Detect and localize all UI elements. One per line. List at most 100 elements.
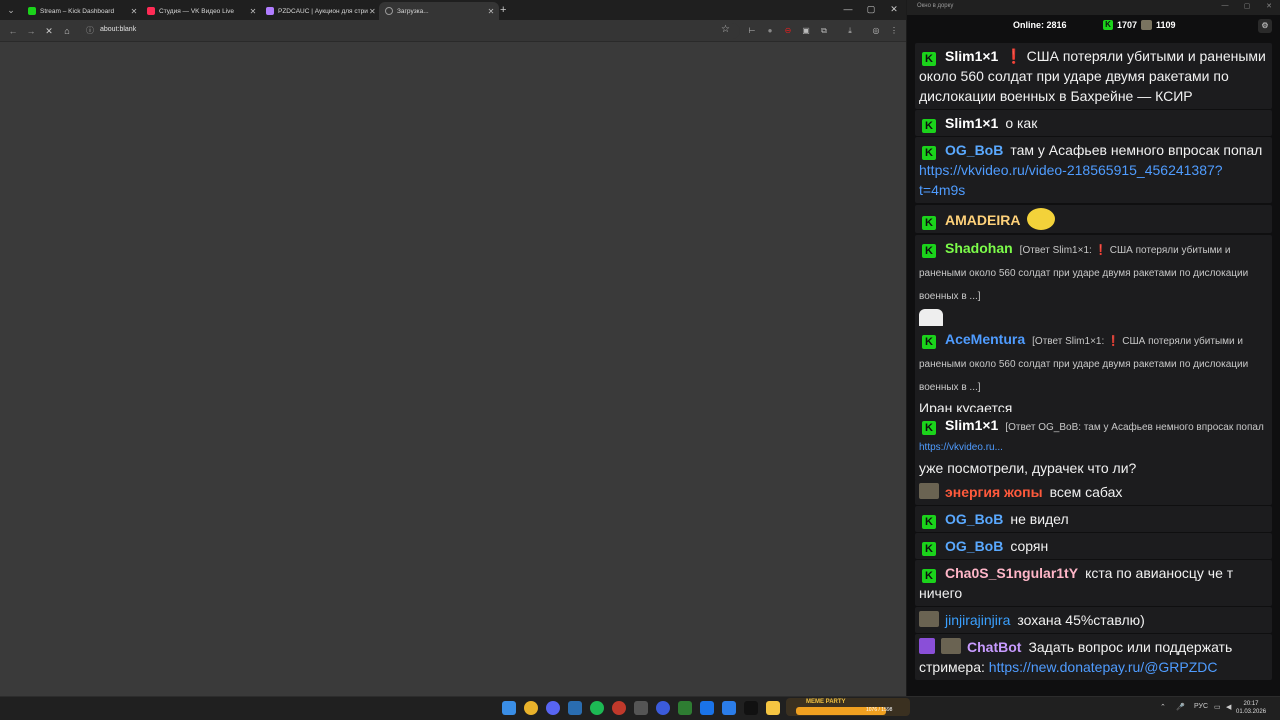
app-icon[interactable] bbox=[744, 701, 758, 715]
download-icon[interactable]: ⤓ bbox=[844, 25, 856, 37]
username[interactable]: Cha0S_S1ngular1tY bbox=[945, 565, 1078, 581]
network-icon[interactable]: ▭ bbox=[1214, 703, 1221, 711]
close-tab-icon[interactable]: ✕ bbox=[368, 7, 377, 16]
chat-message: ChatBot Задать вопрос или поддержать стри… bbox=[915, 634, 1272, 680]
emote-icon bbox=[1027, 208, 1056, 230]
username[interactable]: jinjirajinjira bbox=[945, 612, 1010, 628]
tray-expand-icon[interactable]: ⌃ bbox=[1160, 703, 1166, 711]
tab-pzdcauc[interactable]: PZDCAUC | Аукцион для стри... ✕ bbox=[260, 2, 380, 20]
close-tab-icon[interactable]: ✕ bbox=[248, 7, 258, 16]
extension-box-icon[interactable]: ▣ bbox=[800, 25, 812, 37]
mic-icon[interactable]: 🎤 bbox=[1176, 703, 1185, 711]
tab-search-icon[interactable]: ⌄ bbox=[4, 3, 18, 17]
username[interactable]: Slim1×1 bbox=[945, 417, 998, 433]
chrome-icon[interactable] bbox=[524, 701, 538, 715]
telegram-icon[interactable] bbox=[568, 701, 582, 715]
discord-icon[interactable] bbox=[546, 701, 560, 715]
other-viewers: 1109 bbox=[1141, 20, 1176, 30]
extensions-puzzle-icon[interactable]: ⧉ bbox=[818, 25, 830, 37]
username[interactable]: AceMentura bbox=[945, 331, 1025, 347]
username[interactable]: Shadohan bbox=[945, 240, 1013, 256]
clock-date: 01.03.2026 bbox=[1236, 709, 1267, 715]
online-counter: Online: 2816 bbox=[1013, 20, 1067, 30]
home-icon[interactable]: ⌂ bbox=[60, 24, 74, 38]
forward-icon[interactable]: → bbox=[24, 24, 38, 38]
username[interactable]: Slim1×1 bbox=[945, 115, 998, 131]
vk-favicon-icon bbox=[147, 7, 155, 15]
chat-message: K Cha0S_S1ngular1tY кста по авианосцу че т… bbox=[915, 560, 1272, 606]
close-tab-icon[interactable]: ✕ bbox=[486, 7, 496, 16]
site-info-icon[interactable]: ⓘ bbox=[86, 25, 94, 36]
kick-logo-icon: K bbox=[1103, 20, 1113, 30]
message-text: о как bbox=[1005, 115, 1038, 131]
chat-message: K Slim1×1 ❗ США потеряли убитыми и раненым… bbox=[915, 43, 1272, 109]
minimize-icon[interactable]: — bbox=[838, 2, 858, 16]
online-count: 2816 bbox=[1046, 20, 1067, 30]
kick-badge-icon: K bbox=[922, 119, 936, 133]
kick-badge-icon: K bbox=[922, 421, 936, 435]
media-widget[interactable]: MEME PARTY 1076 / 1598 bbox=[786, 698, 910, 716]
close-tab-icon[interactable]: ✕ bbox=[129, 7, 139, 16]
username[interactable]: ChatBot bbox=[967, 639, 1021, 655]
tab-vk-studio[interactable]: Студия — VK Видео Live ✕ bbox=[141, 2, 261, 20]
username[interactable]: OG_BoB bbox=[945, 142, 1003, 158]
close-window-icon[interactable]: ✕ bbox=[884, 2, 904, 16]
username[interactable]: OG_BoB bbox=[945, 538, 1003, 554]
message-text: всем сабах bbox=[1049, 484, 1123, 500]
chat-titlebar: Окно в дорку — ▢ ✕ bbox=[907, 0, 1280, 15]
kick-favicon-icon bbox=[28, 7, 36, 15]
chat-message: K AMADEIRA bbox=[915, 205, 1272, 233]
username[interactable]: Slim1×1 bbox=[945, 48, 998, 64]
tab-label: Stream – Kick Dashboard bbox=[40, 7, 115, 15]
chat-maximize-icon[interactable]: ▢ bbox=[1239, 2, 1255, 10]
kick-badge-icon: K bbox=[922, 52, 936, 66]
chat-close-icon[interactable]: ✕ bbox=[1261, 2, 1277, 10]
username[interactable]: энергия жопы bbox=[945, 484, 1043, 500]
reply-quote: [Ответ OG_BoB: там у Асафьев немного впр… bbox=[1005, 422, 1264, 433]
obs-icon[interactable] bbox=[612, 701, 626, 715]
adblock-icon[interactable]: ⊖ bbox=[782, 25, 794, 37]
message-link[interactable]: https://vkvideo.ru/video-218565915_45624… bbox=[919, 160, 1268, 200]
edge-icon[interactable] bbox=[700, 701, 714, 715]
start-icon[interactable] bbox=[502, 701, 516, 715]
maximize-icon[interactable]: ▢ bbox=[861, 2, 881, 16]
extension-icon[interactable]: ⊢ bbox=[746, 25, 758, 37]
clock[interactable]: 20:17 01.03.2026 bbox=[1236, 700, 1266, 716]
tab-kick-dashboard[interactable]: Stream – Kick Dashboard ✕ bbox=[22, 2, 142, 20]
username[interactable]: OG_BoB bbox=[945, 511, 1003, 527]
spotify-icon[interactable] bbox=[590, 701, 604, 715]
bookmark-star-icon[interactable]: ☆ bbox=[721, 24, 730, 35]
volume-icon[interactable]: ◀ bbox=[1226, 703, 1231, 711]
profile-icon[interactable]: ◎ bbox=[870, 25, 882, 37]
stop-icon[interactable]: ✕ bbox=[42, 24, 56, 38]
app-icon[interactable] bbox=[678, 701, 692, 715]
new-tab-icon[interactable]: + bbox=[500, 3, 506, 17]
address-bar[interactable]: ⓘ about:blank ☆ bbox=[80, 23, 740, 39]
media-title: MEME PARTY bbox=[806, 699, 846, 705]
browser-window: ⌄ Stream – Kick Dashboard ✕ Студия — VK … bbox=[0, 0, 906, 696]
page-content[interactable] bbox=[0, 42, 906, 696]
username[interactable]: AMADEIRA bbox=[945, 212, 1020, 228]
message-link[interactable]: https://new.donatepay.ru/@GRPZDC bbox=[989, 659, 1218, 675]
folder-icon[interactable] bbox=[766, 701, 780, 715]
player-icon[interactable] bbox=[656, 701, 670, 715]
tab-loading[interactable]: Загрузка... ✕ bbox=[379, 2, 499, 20]
store-icon[interactable] bbox=[722, 701, 736, 715]
tab-label: Студия — VK Видео Live bbox=[159, 7, 235, 15]
menu-icon[interactable]: ⋮ bbox=[888, 25, 900, 37]
user-badge-icon bbox=[919, 611, 939, 627]
chat-message: энергия жопы всем сабах bbox=[915, 479, 1272, 505]
kick-viewer-count: 1707 bbox=[1117, 20, 1138, 30]
chat-minimize-icon[interactable]: — bbox=[1217, 2, 1233, 9]
reply-link[interactable]: https://vkvideo.ru... bbox=[919, 438, 1268, 458]
back-icon[interactable]: ← bbox=[6, 24, 20, 38]
other-viewer-count: 1109 bbox=[1156, 20, 1176, 30]
loading-spinner-icon bbox=[385, 7, 393, 15]
extension-dot-icon[interactable]: ● bbox=[764, 25, 776, 37]
app-icon[interactable] bbox=[634, 701, 648, 715]
language-indicator[interactable]: РУС bbox=[1194, 703, 1208, 710]
settings-gear-icon[interactable]: ⚙ bbox=[1258, 19, 1272, 33]
taskbar: MEME PARTY 1076 / 1598 ⌃ 🎤 РУС ▭ ◀ 20:17… bbox=[0, 696, 1280, 720]
chat-message: K OG_BoB сорян bbox=[915, 533, 1272, 559]
kick-badge-icon: K bbox=[922, 335, 936, 349]
